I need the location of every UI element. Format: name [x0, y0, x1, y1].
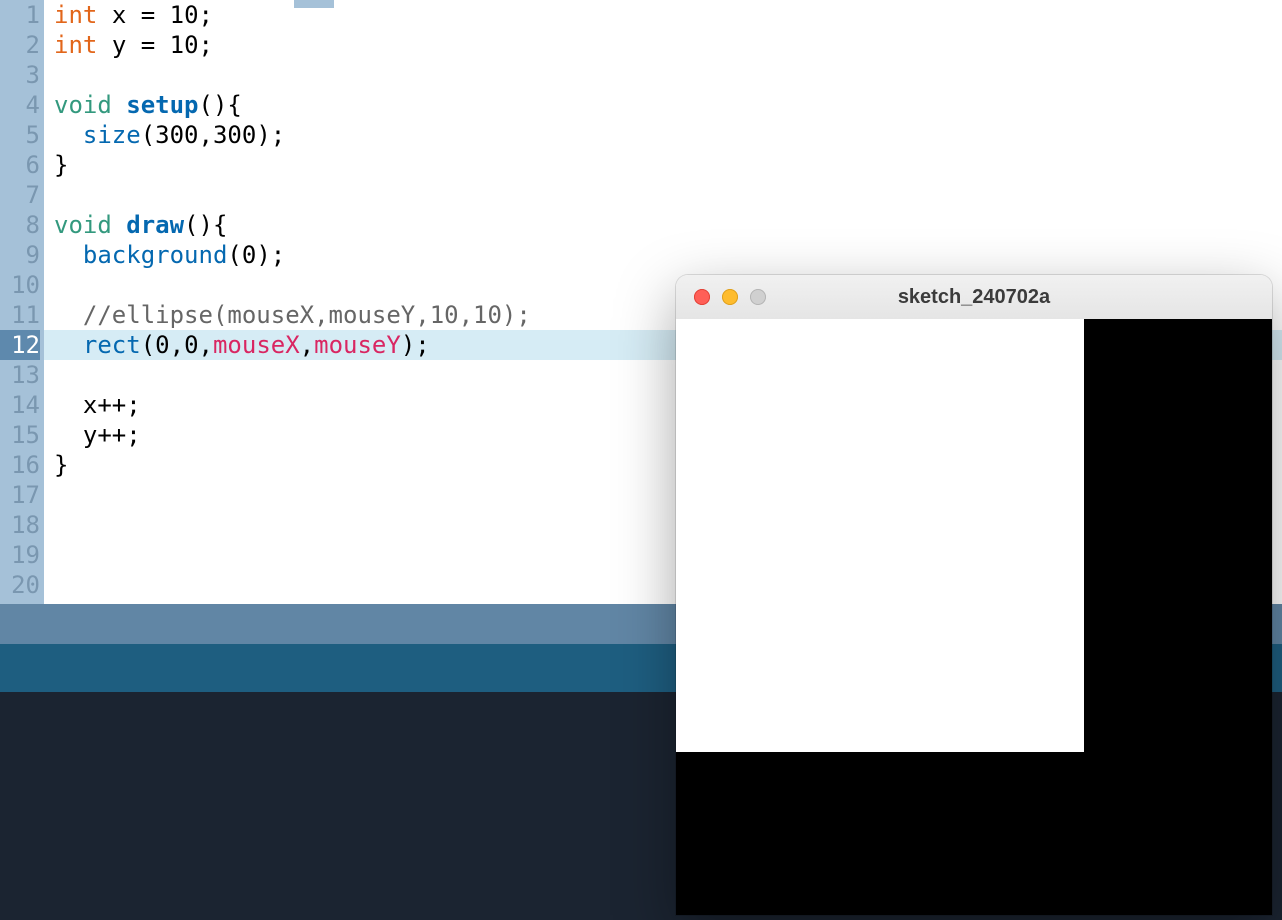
code-line[interactable] — [44, 510, 1282, 540]
code-line[interactable]: void draw(){ — [44, 210, 1282, 240]
line-number: 16 — [0, 450, 40, 480]
line-number-gutter: 1234567891011121314151617181920 — [0, 0, 44, 604]
code-line[interactable]: background(0); — [44, 240, 1282, 270]
code-line[interactable] — [44, 180, 1282, 210]
code-line[interactable]: int y = 10; — [44, 30, 1282, 60]
line-number: 3 — [0, 60, 40, 90]
code-line[interactable] — [44, 540, 1282, 570]
code-line[interactable]: y++; — [44, 420, 1282, 450]
line-number: 20 — [0, 570, 40, 600]
code-line[interactable]: } — [44, 450, 1282, 480]
code-line[interactable]: x++; — [44, 390, 1282, 420]
code-line[interactable] — [44, 480, 1282, 510]
code-line[interactable] — [44, 270, 1282, 300]
code-editor[interactable]: 1234567891011121314151617181920 int x = … — [0, 0, 1282, 604]
line-number: 15 — [0, 420, 40, 450]
line-number: 13 — [0, 360, 40, 390]
code-line[interactable] — [44, 60, 1282, 90]
line-number: 5 — [0, 120, 40, 150]
line-number: 6 — [0, 150, 40, 180]
line-number: 18 — [0, 510, 40, 540]
line-number: 9 — [0, 240, 40, 270]
line-number: 7 — [0, 180, 40, 210]
line-number: 1 — [0, 0, 40, 30]
code-line[interactable]: size(300,300); — [44, 120, 1282, 150]
line-number: 12 — [0, 330, 40, 360]
code-line[interactable]: //ellipse(mouseX,mouseY,10,10); — [44, 300, 1282, 330]
line-number: 17 — [0, 480, 40, 510]
code-line[interactable]: } — [44, 150, 1282, 180]
line-number: 19 — [0, 540, 40, 570]
line-number: 4 — [0, 90, 40, 120]
code-line[interactable]: int x = 10; — [44, 0, 1282, 30]
line-number: 10 — [0, 270, 40, 300]
line-number: 11 — [0, 300, 40, 330]
code-line[interactable] — [44, 570, 1282, 600]
code-area[interactable]: int x = 10;int y = 10; void setup(){ siz… — [44, 0, 1282, 604]
line-number: 14 — [0, 390, 40, 420]
line-number: 8 — [0, 210, 40, 240]
code-line[interactable] — [44, 360, 1282, 390]
code-line[interactable]: void setup(){ — [44, 90, 1282, 120]
code-line[interactable]: rect(0,0,mouseX,mouseY); — [44, 330, 1282, 360]
line-number: 2 — [0, 30, 40, 60]
